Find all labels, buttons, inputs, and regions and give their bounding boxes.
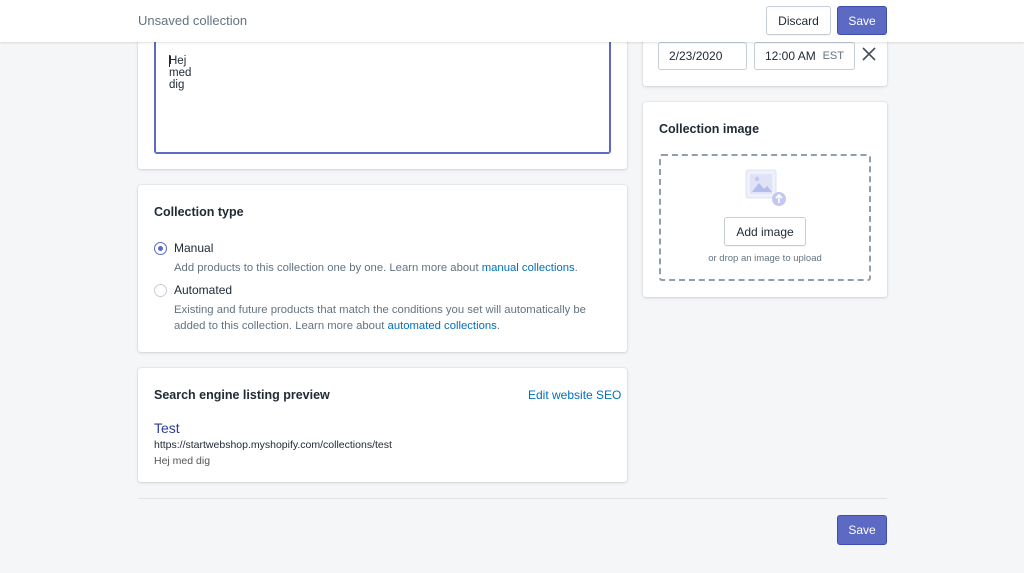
- drop-hint: or drop an image to upload: [708, 253, 822, 264]
- footer-divider: [138, 498, 887, 499]
- automated-collections-link[interactable]: automated collections: [388, 320, 497, 332]
- top-bar: Unsaved collection Discard Save: [0, 0, 1024, 42]
- seo-card: [138, 368, 627, 482]
- collection-image-title: Collection image: [659, 122, 760, 136]
- page-title: Unsaved collection: [138, 13, 248, 28]
- seo-preview-title: Test: [154, 420, 180, 436]
- radio-automated-label: Automated: [174, 283, 233, 297]
- discard-button[interactable]: Discard: [766, 6, 831, 35]
- close-icon[interactable]: [861, 46, 877, 62]
- edit-seo-link[interactable]: Edit website SEO: [528, 388, 621, 402]
- footer-save-button[interactable]: Save: [837, 515, 887, 545]
- radio-automated-row[interactable]: Automated: [154, 283, 232, 297]
- image-upload-icon: [744, 168, 788, 208]
- seo-preview-description: Hej med dig: [154, 455, 211, 467]
- description-editor[interactable]: Hej med dig: [154, 28, 611, 154]
- date-input[interactable]: 2/23/2020: [658, 42, 747, 70]
- add-image-button[interactable]: Add image: [724, 217, 806, 246]
- automated-help-text-1: Existing and future products that match …: [174, 304, 586, 316]
- collection-type-title: Collection type: [154, 205, 244, 219]
- time-value: 12:00 AM: [765, 49, 816, 63]
- timezone-label: EST: [822, 50, 844, 62]
- radio-manual-row[interactable]: Manual: [154, 241, 213, 255]
- save-button[interactable]: Save: [837, 6, 887, 35]
- automated-help-text-2: added to this collection. Learn more abo…: [174, 320, 500, 332]
- manual-collections-link[interactable]: manual collections: [482, 262, 575, 274]
- radio-automated[interactable]: [154, 283, 167, 297]
- time-input[interactable]: 12:00 AM EST: [754, 42, 855, 70]
- seo-title: Search engine listing preview: [154, 388, 330, 402]
- radio-manual[interactable]: [154, 241, 167, 255]
- radio-manual-label: Manual: [174, 241, 214, 255]
- seo-preview-url: https://startwebshop.myshopify.com/colle…: [154, 439, 392, 451]
- manual-help-text: Add products to this collection one by o…: [174, 262, 578, 274]
